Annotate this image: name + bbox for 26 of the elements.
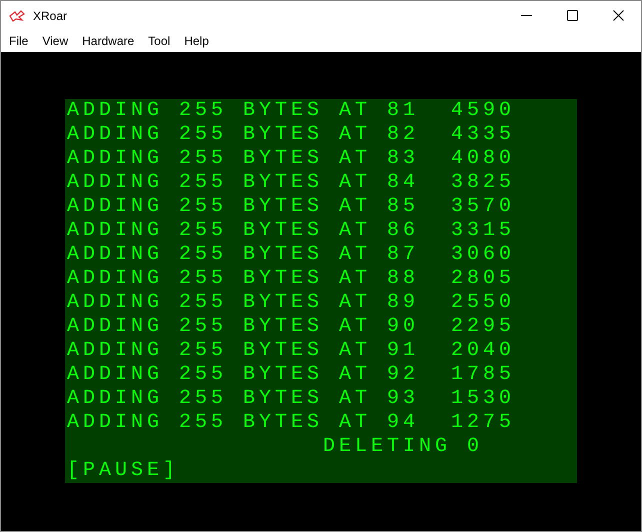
screen-text: ADDING 255 BYTES AT 87 3060 xyxy=(67,245,516,265)
screen-text: [PAUSE] xyxy=(67,461,180,481)
screen-text: ADDING 255 BYTES AT 89 2550 xyxy=(67,293,516,313)
menu-item[interactable]: View xyxy=(35,31,76,51)
menu-item[interactable]: Tool xyxy=(141,31,178,51)
screen-text: DELETING 0 xyxy=(322,437,484,457)
window-title: XRoar xyxy=(33,8,68,24)
screen-text: ADDING 255 BYTES AT 91 2040 xyxy=(67,341,516,361)
close-icon xyxy=(612,10,624,21)
screen-text: ADDING 255 BYTES AT 88 2805 xyxy=(67,269,516,289)
screen-text: ADDING 255 BYTES AT 93 1530 xyxy=(67,389,516,409)
minimize-icon xyxy=(520,15,532,16)
screen-text: ADDING 255 BYTES AT 86 3315 xyxy=(67,221,516,241)
screen-text: ADDING 255 BYTES AT 94 1275 xyxy=(67,413,516,433)
screen-text: ADDING 255 BYTES AT 83 4080 xyxy=(67,149,516,169)
menu-item[interactable]: File xyxy=(2,31,36,51)
screen-text: ADDING 255 BYTES AT 82 4335 xyxy=(67,125,516,145)
screen-text: ADDING 255 BYTES AT 85 3570 xyxy=(67,197,516,217)
app-icon xyxy=(9,10,25,22)
menu-item[interactable]: Hardware xyxy=(75,31,142,51)
menu-item[interactable]: Help xyxy=(177,31,216,51)
maximize-icon xyxy=(566,10,578,21)
screen-text: ADDING 255 BYTES AT 81 4590 xyxy=(67,101,516,121)
screen-text: ADDING 255 BYTES AT 84 3825 xyxy=(67,173,516,193)
screen-text: ADDING 255 BYTES AT 92 1785 xyxy=(67,365,516,385)
screen-text: ADDING 255 BYTES AT 90 2295 xyxy=(67,317,516,337)
